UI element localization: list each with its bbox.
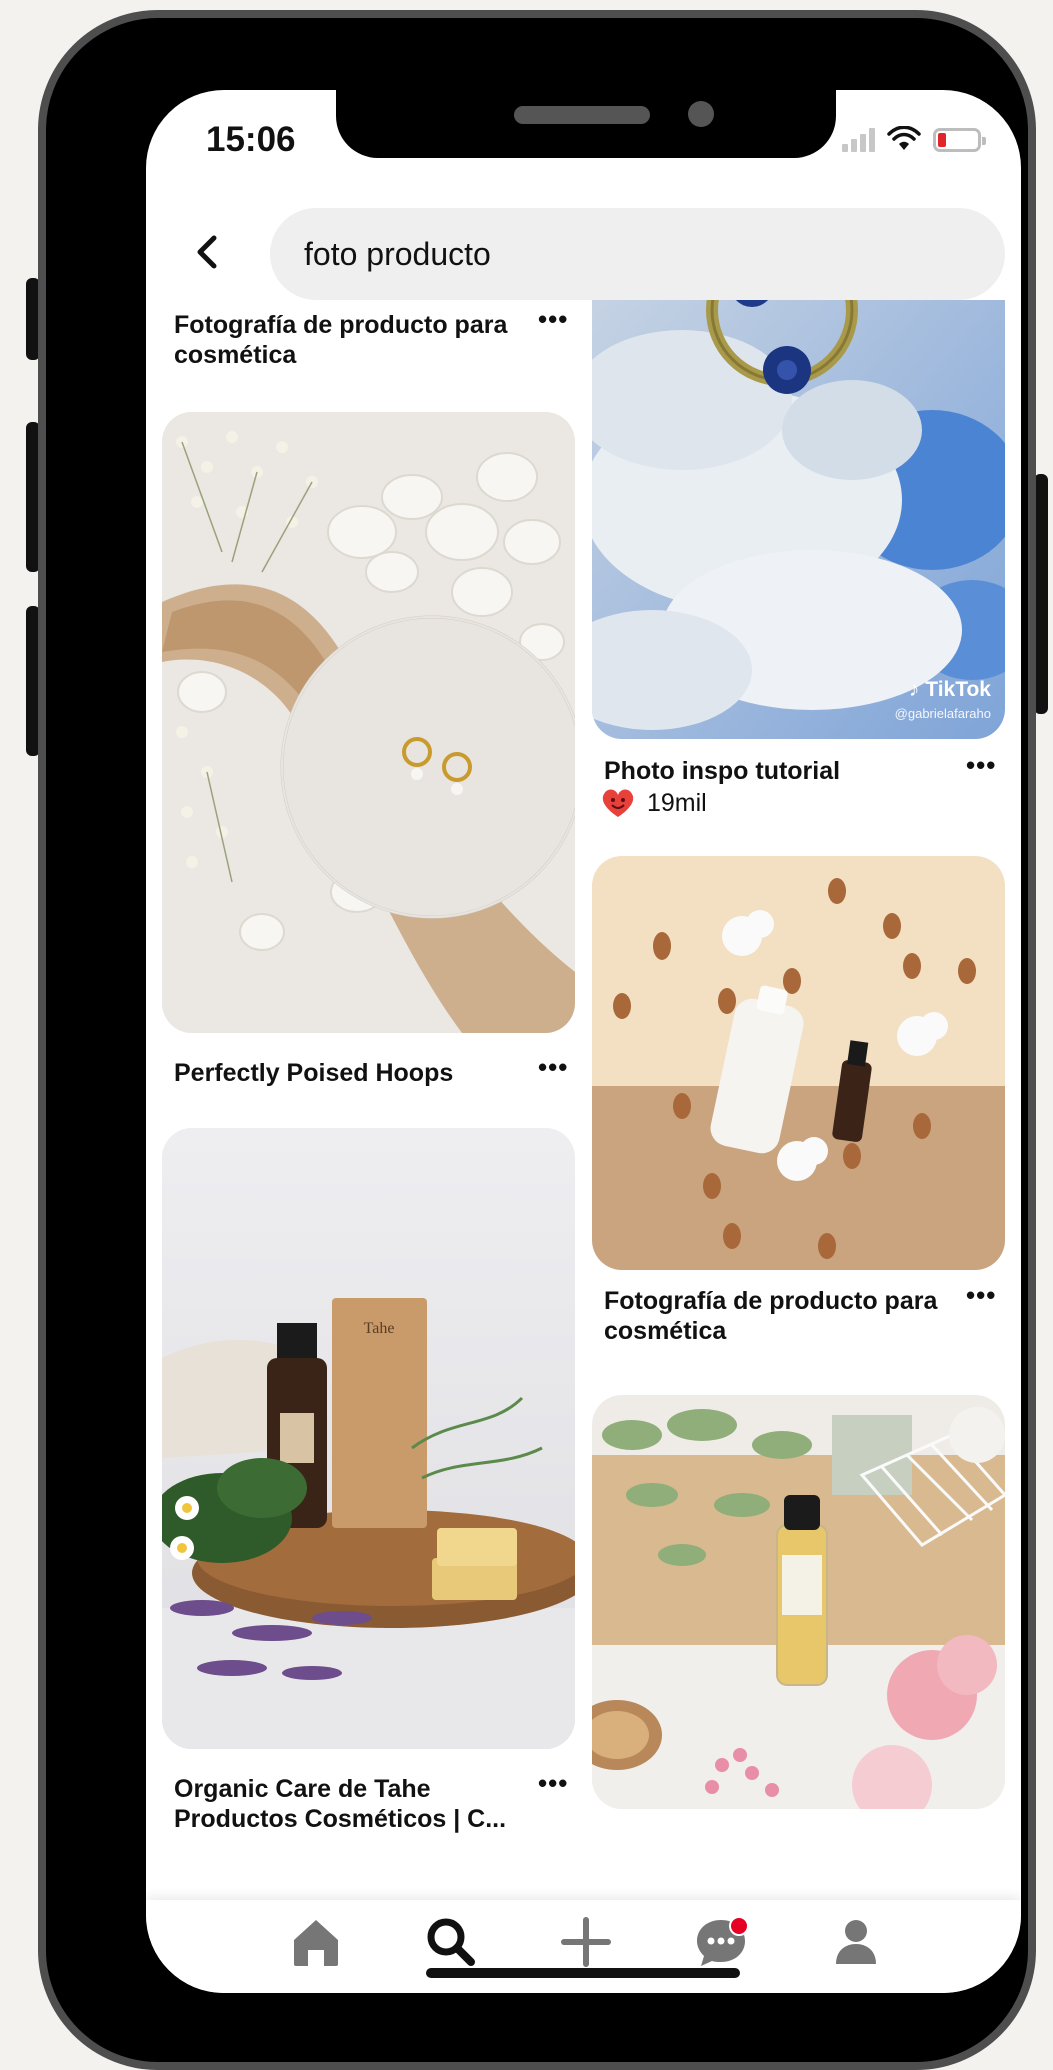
bottom-nav	[146, 1900, 1021, 1993]
pin-image-tahe[interactable]: Tahe	[162, 1128, 575, 1749]
front-camera	[688, 101, 714, 127]
home-indicator[interactable]	[426, 1968, 740, 1978]
tiktok-watermark: ♪ TikTok @gabrielafaraho	[894, 678, 991, 721]
status-time: 15:06	[206, 120, 296, 159]
pin-more-button[interactable]: •••	[538, 304, 568, 335]
power-button	[1034, 474, 1048, 714]
notch	[336, 90, 836, 158]
back-button[interactable]	[186, 230, 230, 274]
search-icon	[427, 1918, 475, 1966]
cellular-signal-icon	[842, 128, 875, 152]
hoops-photo	[162, 412, 575, 1033]
nav-search[interactable]	[423, 1914, 479, 1970]
screen: Fotografía de producto para cosmética ••…	[146, 90, 1021, 1993]
chevron-left-icon	[197, 235, 217, 269]
svg-text:Tahe: Tahe	[364, 1320, 395, 1337]
cosmetica-photo	[592, 856, 1005, 1270]
nav-messages[interactable]	[693, 1914, 749, 1970]
spray-photo	[592, 1395, 1005, 1809]
pin-title-hoops[interactable]: Perfectly Poised Hoops	[174, 1058, 534, 1088]
pin-image-tiktok[interactable]: ♪ TikTok @gabrielafaraho	[592, 250, 1005, 739]
pin-reactions[interactable]: 19mil	[601, 787, 707, 819]
pin-more-button[interactable]: •••	[966, 750, 996, 781]
pin-title-cosmetica[interactable]: Fotografía de producto para cosmética	[604, 1286, 954, 1346]
tiktok-icon: ♪	[908, 678, 920, 701]
nav-profile[interactable]	[828, 1914, 884, 1970]
status-icons	[842, 126, 986, 152]
pin-title-tiktok[interactable]: Photo inspo tutorial	[604, 756, 944, 786]
pin-more-button[interactable]: •••	[538, 1052, 568, 1083]
search-input[interactable]	[270, 208, 1005, 300]
wifi-icon	[887, 126, 921, 150]
pin-title-cosmetica-top[interactable]: Fotografía de producto para cosmética	[174, 310, 534, 370]
pin-more-button[interactable]: •••	[966, 1280, 996, 1311]
tahe-photo: Tahe	[162, 1128, 575, 1749]
pin-image-cosmetica[interactable]	[592, 856, 1005, 1270]
pin-title-tahe[interactable]: Organic Care de Tahe Productos Cosmético…	[174, 1774, 534, 1834]
pin-image-hoops[interactable]	[162, 412, 575, 1033]
plus-icon	[561, 1917, 611, 1967]
speaker	[514, 106, 650, 124]
tiktok-photo	[592, 250, 1005, 739]
pin-image-spray[interactable]	[592, 1395, 1005, 1809]
profile-icon	[836, 1920, 876, 1964]
heart-face-icon	[602, 789, 634, 817]
notification-dot	[729, 1916, 749, 1936]
phone-frame: Fotografía de producto para cosmética ••…	[38, 10, 1036, 2070]
nav-home[interactable]	[288, 1914, 344, 1970]
battery-icon	[933, 128, 986, 152]
pin-more-button[interactable]: •••	[538, 1768, 568, 1799]
pin-feed[interactable]: Fotografía de producto para cosmética ••…	[146, 90, 1021, 1950]
home-icon	[294, 1920, 338, 1966]
nav-create[interactable]	[558, 1914, 614, 1970]
